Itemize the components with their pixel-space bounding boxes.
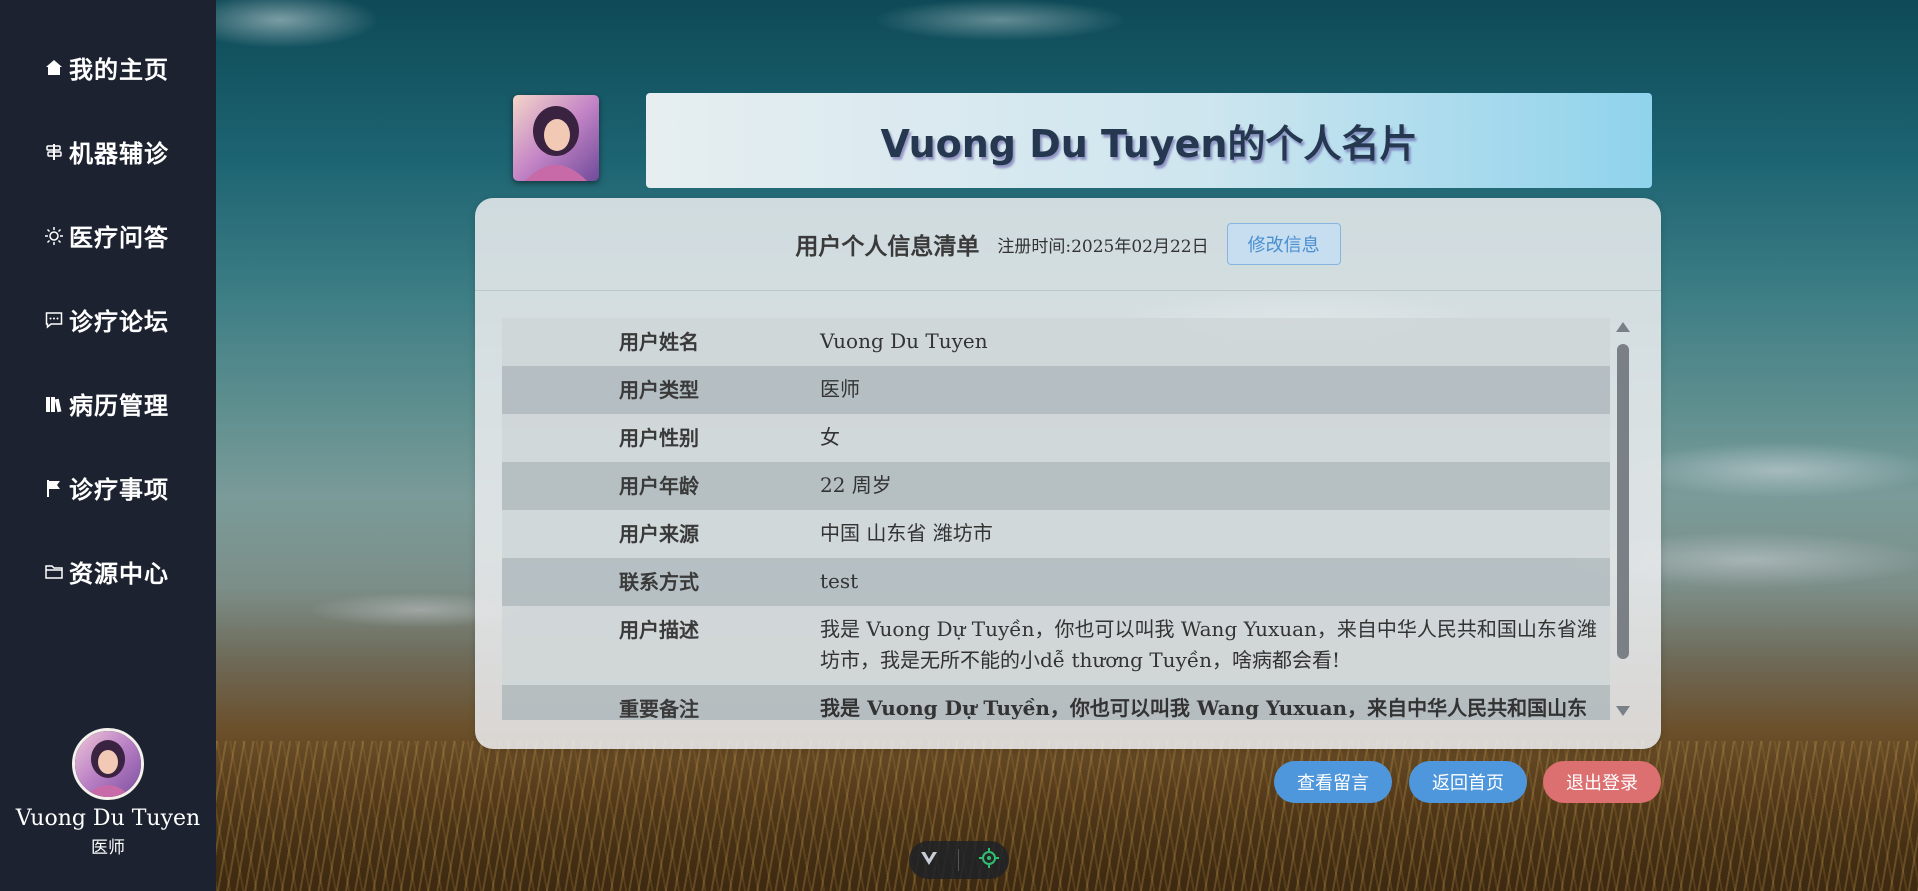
flag-icon — [44, 478, 64, 498]
info-table[interactable]: 用户姓名 Vuong Du Tuyen 用户类型 医师 用户性别 女 用户年龄 … — [502, 318, 1610, 720]
target-icon[interactable] — [978, 847, 1000, 873]
row-key: 用户类型 — [619, 378, 699, 402]
logout-button[interactable]: 退出登录 — [1543, 761, 1661, 803]
row-key: 用户年龄 — [619, 474, 699, 498]
chevron-down-icon[interactable] — [918, 848, 940, 872]
registered-label: 注册时间: — [997, 236, 1072, 257]
books-icon — [44, 394, 64, 414]
sidebar-nav: 我的主页 机器辅诊 医疗问答 诊疗论坛 病历管理 诊疗事项 资源中心 — [0, 52, 216, 640]
sidebar-item-label: 诊疗论坛 — [69, 307, 169, 336]
table-row: 重要备注 我是 Vuong Dự Tuyền，你也可以叫我 Wang Yuxua… — [502, 685, 1610, 720]
row-key: 重要备注 — [619, 697, 699, 720]
scroll-down-arrow-icon[interactable] — [1616, 706, 1630, 716]
table-row: 用户性别 女 — [502, 414, 1610, 462]
row-key: 用户性别 — [619, 426, 699, 450]
row-value: 女 — [820, 425, 840, 449]
sidebar-item-records[interactable]: 病历管理 — [0, 388, 216, 472]
table-row: 联系方式 test — [502, 558, 1610, 606]
table-row: 用户类型 医师 — [502, 366, 1610, 414]
sidebar-item-label: 诊疗事项 — [69, 475, 169, 504]
sidebar-item-label: 资源中心 — [69, 559, 169, 588]
registered-date: 2025年02月22日 — [1071, 236, 1209, 257]
sidebar-item-home[interactable]: 我的主页 — [0, 52, 216, 136]
sidebar-item-label: 机器辅诊 — [69, 139, 169, 168]
sidebar-item-label: 我的主页 — [69, 55, 169, 84]
view-messages-button[interactable]: 查看留言 — [1274, 761, 1392, 803]
signpost-icon — [44, 142, 64, 162]
user-info-card: 用户个人信息清单 注册时间: 2025年02月22日 修改信息 用户姓名 Vuo… — [475, 198, 1661, 749]
table-scrollbar[interactable] — [1615, 318, 1631, 720]
row-key: 用户描述 — [619, 618, 699, 642]
sidebar-item-machine-diagnosis[interactable]: 机器辅诊 — [0, 136, 216, 220]
row-key: 用户姓名 — [619, 330, 699, 354]
toolbar-divider — [958, 849, 960, 871]
sidebar-item-matters[interactable]: 诊疗事项 — [0, 472, 216, 556]
table-row: 用户姓名 Vuong Du Tuyen — [502, 318, 1610, 366]
edit-info-button[interactable]: 修改信息 — [1226, 223, 1341, 265]
card-title: 用户个人信息清单 — [795, 233, 980, 260]
card-header: 用户个人信息清单 注册时间: 2025年02月22日 修改信息 — [475, 198, 1661, 291]
background-grass — [216, 741, 1918, 891]
table-row: 用户描述 我是 Vuong Dự Tuyền，你也可以叫我 Wang Yuxua… — [502, 606, 1610, 685]
sidebar-item-resources[interactable]: 资源中心 — [0, 556, 216, 640]
sidebar-item-medical-qa[interactable]: 医疗问答 — [0, 220, 216, 304]
sun-icon — [44, 226, 64, 246]
profile-avatar — [513, 95, 599, 181]
scroll-up-arrow-icon[interactable] — [1616, 322, 1630, 332]
profile-role: 医师 — [91, 838, 125, 858]
row-value: 医师 — [820, 377, 860, 401]
row-value: 我是 Vuong Dự Tuyền，你也可以叫我 Wang Yuxuan，来自中… — [820, 617, 1597, 672]
sidebar-item-label: 医疗问答 — [69, 223, 169, 252]
page-title: Vuong Du Tuyen的个人名片 — [880, 122, 1418, 166]
sidebar: 我的主页 机器辅诊 医疗问答 诊疗论坛 病历管理 诊疗事项 资源中心 Vuong… — [0, 0, 216, 891]
row-key: 联系方式 — [619, 570, 699, 594]
back-home-button[interactable]: 返回首页 — [1409, 761, 1527, 803]
table-row: 用户来源 中国 山东省 潍坊市 — [502, 510, 1610, 558]
avatar[interactable] — [72, 728, 144, 800]
profile-name: Vuong Du Tuyen — [15, 806, 201, 831]
table-row: 用户年龄 22 周岁 — [502, 462, 1610, 510]
scrollbar-thumb[interactable] — [1617, 344, 1629, 659]
home-icon — [44, 58, 64, 78]
floating-toolbar — [909, 841, 1009, 879]
chat-icon — [44, 310, 64, 330]
row-key: 用户来源 — [619, 522, 699, 546]
sidebar-item-forum[interactable]: 诊疗论坛 — [0, 304, 216, 388]
name-card-banner: Vuong Du Tuyen的个人名片 — [646, 93, 1652, 188]
row-value: 22 周岁 — [820, 473, 892, 497]
folder-icon — [44, 562, 64, 582]
row-value: 我是 Vuong Dự Tuyền，你也可以叫我 Wang Yuxuan，来自中… — [820, 696, 1588, 720]
row-value: Vuong Du Tuyen — [820, 329, 988, 353]
row-value: test — [820, 569, 859, 593]
row-value: 中国 山东省 潍坊市 — [820, 521, 993, 545]
sidebar-item-label: 病历管理 — [69, 391, 169, 420]
sidebar-profile: Vuong Du Tuyen 医师 — [0, 728, 216, 858]
